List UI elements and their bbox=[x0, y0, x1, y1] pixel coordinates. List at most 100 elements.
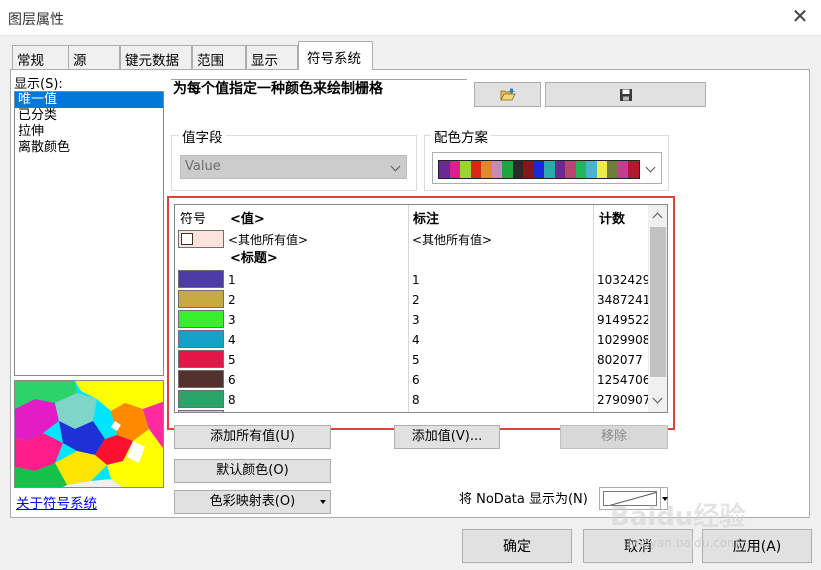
symbol-swatch[interactable] bbox=[178, 350, 224, 368]
color-scheme-title: 配色方案 bbox=[431, 126, 491, 146]
open-symbology-button[interactable] bbox=[474, 82, 541, 107]
symbol-swatch[interactable] bbox=[178, 270, 224, 288]
table-cell-label: 5 bbox=[412, 353, 420, 367]
renderer-description: 为每个值指定一种颜色来绘制栅格 bbox=[171, 79, 467, 107]
table-cell-label: 8 bbox=[412, 393, 420, 407]
table-heading-row: <标题> bbox=[230, 251, 278, 266]
column-header-count[interactable]: 计数 bbox=[599, 208, 625, 227]
color-scheme-select[interactable] bbox=[432, 152, 662, 184]
table-cell-value: 6 bbox=[228, 373, 236, 387]
symbol-swatch[interactable] bbox=[178, 310, 224, 328]
tab-label: 源 bbox=[73, 53, 87, 69]
add-all-values-button[interactable]: 添加所有值(U) bbox=[174, 425, 331, 449]
table-cell-label: 3 bbox=[412, 313, 420, 327]
scroll-thumb[interactable] bbox=[650, 227, 666, 377]
table-cell-count: 9149522 bbox=[597, 313, 651, 327]
table-cell-value: 3 bbox=[228, 313, 236, 327]
show-label: 显示(S): bbox=[14, 77, 63, 92]
ramp-color bbox=[533, 161, 544, 178]
tab-label: 范围 bbox=[197, 53, 224, 69]
symbol-swatch[interactable] bbox=[178, 290, 224, 308]
tab-symbology[interactable]: 符号系统 bbox=[298, 41, 373, 70]
close-icon[interactable]: ✕ bbox=[788, 4, 812, 28]
ok-button[interactable]: 确定 bbox=[462, 529, 572, 563]
ramp-color bbox=[449, 161, 460, 178]
symbol-swatch[interactable] bbox=[178, 230, 224, 248]
symbol-swatch[interactable] bbox=[178, 330, 224, 348]
table-cell-count: 802077 bbox=[597, 353, 643, 367]
tab-display[interactable]: 显示 bbox=[246, 45, 298, 69]
table-cell-value: 4 bbox=[228, 333, 236, 347]
floppy-save-icon bbox=[619, 89, 632, 101]
value-field-value: Value bbox=[185, 159, 221, 174]
ramp-color bbox=[502, 161, 513, 178]
renderer-list[interactable]: 唯一值 已分类 拉伸 离散颜色 bbox=[14, 91, 164, 376]
column-header-value[interactable]: <值> bbox=[230, 208, 265, 227]
table-cell-value: <其他所有值> bbox=[228, 233, 309, 247]
ramp-color bbox=[628, 161, 639, 178]
ramp-color bbox=[607, 161, 618, 178]
remove-button[interactable]: 移除 bbox=[560, 425, 668, 449]
scroll-down-icon[interactable] bbox=[652, 393, 663, 404]
table-cell-count: 1032429 bbox=[597, 273, 651, 287]
unique-values-table[interactable]: 符号 <值> 标注 计数 <其他所有值> <其他所有值> <标题> 1 1 1032… bbox=[174, 204, 668, 413]
column-divider bbox=[408, 205, 409, 412]
default-colors-button[interactable]: 默认颜色(O) bbox=[174, 459, 331, 483]
ramp-color bbox=[491, 161, 502, 178]
table-cell-value: 1 bbox=[228, 273, 236, 287]
save-symbology-button[interactable] bbox=[545, 82, 706, 107]
ramp-color bbox=[460, 161, 471, 178]
watermark-url: jingyan.baidu.com bbox=[628, 536, 739, 550]
ramp-color bbox=[554, 161, 565, 178]
tab-key-metadata[interactable]: 键元数据 bbox=[120, 45, 192, 69]
table-cell-label: 1 bbox=[412, 273, 420, 287]
tab-label: 键元数据 bbox=[125, 53, 179, 69]
table-cell-count: 1254706 bbox=[597, 373, 651, 387]
chevron-down-icon bbox=[390, 161, 401, 172]
symbol-swatch[interactable] bbox=[178, 370, 224, 388]
column-header-symbol: 符号 bbox=[180, 212, 207, 227]
window-title: 图层属性 bbox=[8, 12, 64, 28]
scroll-up-icon[interactable] bbox=[652, 212, 663, 223]
symbol-swatch[interactable] bbox=[178, 390, 224, 408]
column-header-label[interactable]: 标注 bbox=[413, 208, 439, 227]
table-cell-label: 4 bbox=[412, 333, 420, 347]
add-values-button[interactable]: 添加值(V)... bbox=[394, 425, 500, 449]
tab-source[interactable]: 源 bbox=[68, 45, 120, 69]
symbol-swatch[interactable] bbox=[178, 410, 224, 412]
table-cell-label: 6 bbox=[412, 373, 420, 387]
ramp-color bbox=[523, 161, 534, 178]
renderer-item-stretched[interactable]: 拉伸 bbox=[15, 124, 163, 140]
ramp-color bbox=[439, 161, 450, 178]
table-cell-count: 1029908 bbox=[597, 333, 651, 347]
colormap-button-label: 色彩映射表(O) bbox=[209, 494, 296, 509]
tab-label: 符号系统 bbox=[307, 51, 361, 67]
ramp-color bbox=[481, 161, 492, 178]
chevron-down-icon bbox=[645, 162, 656, 173]
ramp-color bbox=[512, 161, 523, 178]
renderer-item-discrete-color[interactable]: 离散颜色 bbox=[15, 140, 163, 156]
title-bar: 图层属性 ✕ bbox=[0, 0, 821, 36]
table-cell-value: 5 bbox=[228, 353, 236, 367]
table-cell-count: 2790907 bbox=[597, 393, 651, 407]
colormap-button[interactable]: 色彩映射表(O) bbox=[174, 490, 331, 514]
ramp-color bbox=[544, 161, 555, 178]
checkbox[interactable] bbox=[181, 233, 193, 245]
value-field-select[interactable]: Value bbox=[180, 155, 407, 179]
ramp-color bbox=[596, 161, 607, 178]
tab-extent[interactable]: 范围 bbox=[192, 45, 246, 69]
about-symbology-link[interactable]: 关于符号系统 bbox=[16, 492, 97, 512]
value-field-title: 值字段 bbox=[179, 126, 226, 146]
renderer-preview-image bbox=[14, 380, 164, 488]
ramp-color bbox=[565, 161, 576, 178]
renderer-item-unique-values[interactable]: 唯一值 bbox=[15, 92, 163, 108]
renderer-item-classified[interactable]: 已分类 bbox=[15, 108, 163, 124]
ramp-color bbox=[586, 161, 597, 178]
ramp-color bbox=[470, 161, 481, 178]
nodata-label: 将 NoData 显示为(N) bbox=[459, 492, 588, 507]
table-scrollbar[interactable] bbox=[648, 205, 667, 412]
ramp-color bbox=[575, 161, 586, 178]
table-cell-value: 8 bbox=[228, 393, 236, 407]
table-cell-value: 2 bbox=[228, 293, 236, 307]
ramp-color bbox=[617, 161, 628, 178]
